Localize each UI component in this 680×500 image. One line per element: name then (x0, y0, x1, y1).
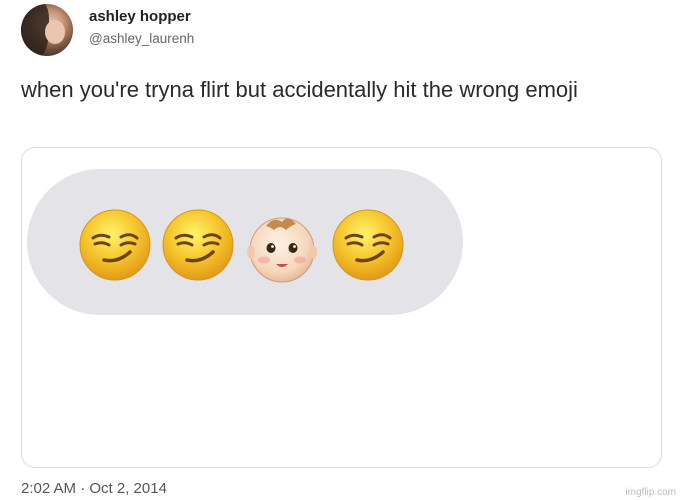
smirking-face-icon (162, 209, 234, 281)
smirking-face-icon (79, 209, 151, 281)
tweet-timestamp[interactable]: 2:02 AM · Oct 2, 2014 (21, 480, 167, 497)
imgflip-watermark: imgflip.com (625, 487, 676, 498)
tweet-card: ashley hopper @ashley_laurenh when you'r… (0, 0, 680, 500)
smirking-face-icon (332, 209, 404, 281)
baby-face-icon (247, 217, 317, 283)
user-handle[interactable]: @ashley_laurenh (89, 31, 194, 46)
avatar[interactable] (21, 4, 73, 56)
avatar-face (45, 20, 65, 44)
user-display-name[interactable]: ashley hopper (89, 8, 191, 25)
tweet-text: when you're tryna flirt but accidentally… (21, 77, 578, 102)
tweet-media[interactable] (21, 147, 662, 468)
